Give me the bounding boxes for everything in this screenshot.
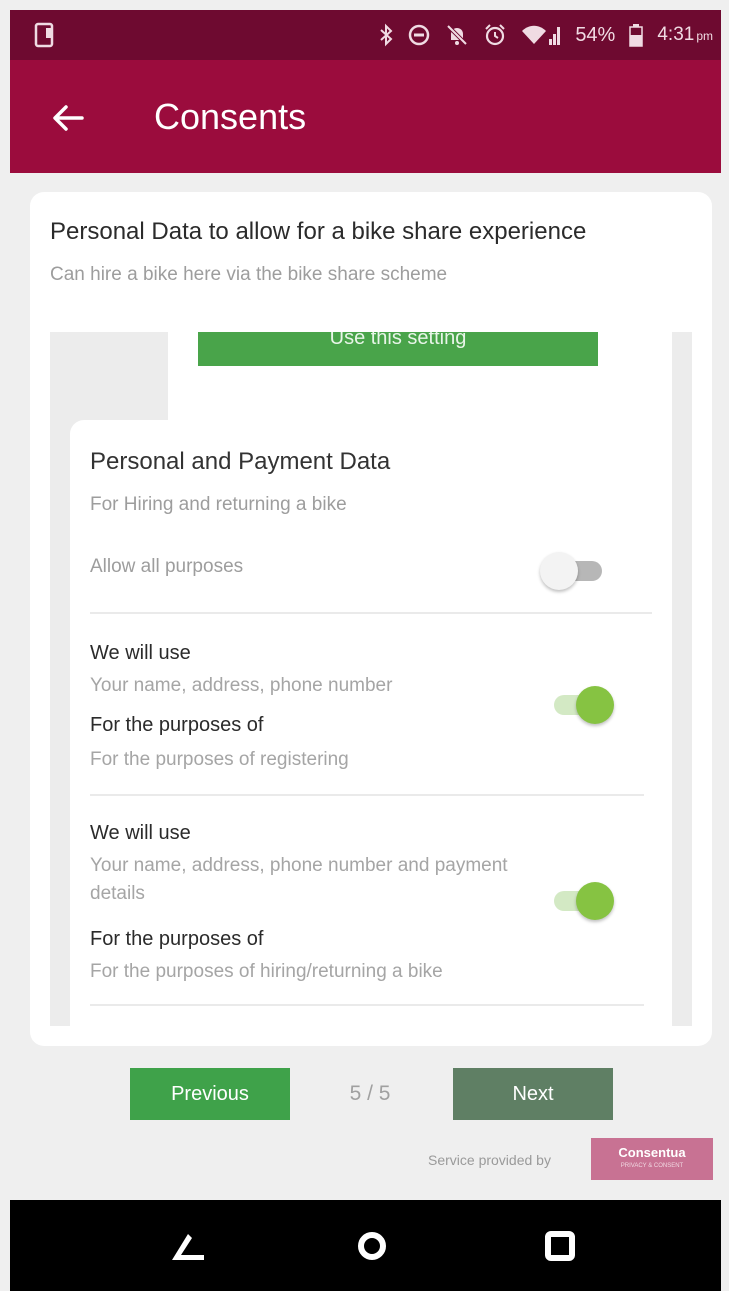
tablet-icon bbox=[34, 22, 54, 48]
data-used-text: Your name, address, phone number and pay… bbox=[90, 855, 508, 904]
back-nav-icon[interactable] bbox=[168, 1226, 208, 1266]
logo-text: Consentua bbox=[618, 1145, 686, 1160]
panel-title: Personal and Payment Data bbox=[90, 448, 391, 475]
panel-subtitle: For Hiring and returning a bike bbox=[90, 494, 347, 515]
battery-percent: 54% bbox=[575, 23, 616, 46]
purpose-panel: Personal and Payment Data For Hiring and… bbox=[70, 420, 672, 1026]
divider bbox=[90, 1004, 644, 1006]
purpose-text: For the purposes of registering bbox=[90, 749, 349, 770]
use-this-setting-button[interactable]: Use this setting bbox=[198, 332, 598, 366]
service-provided-text: Service provided by bbox=[428, 1152, 551, 1168]
next-button[interactable]: Next bbox=[453, 1068, 613, 1120]
clock-time: 4:31 bbox=[657, 24, 695, 45]
purpose-toggle-registering[interactable] bbox=[546, 684, 616, 724]
data-saver-icon bbox=[409, 24, 430, 46]
notifications-off-icon bbox=[446, 24, 468, 46]
app-bar: Consents bbox=[10, 60, 721, 173]
clock-ampm: pm bbox=[696, 29, 713, 43]
we-will-use-label: We will use bbox=[90, 642, 191, 664]
navigation-bar bbox=[10, 1200, 721, 1291]
toggle-thumb bbox=[576, 882, 614, 920]
battery-icon bbox=[629, 24, 644, 47]
page-title: Consents bbox=[154, 96, 307, 137]
alarm-icon bbox=[485, 24, 506, 46]
allow-all-label: Allow all purposes bbox=[90, 556, 244, 577]
card-subheading: Can hire a bike here via the bike share … bbox=[50, 264, 448, 285]
purposes-scroll-area[interactable]: Use this setting Personal and Payment Da… bbox=[50, 332, 692, 1026]
purposes-label: For the purposes of bbox=[90, 714, 264, 736]
home-nav-icon[interactable] bbox=[352, 1226, 392, 1266]
purposes-label: For the purposes of bbox=[90, 928, 264, 950]
toggle-thumb bbox=[576, 686, 614, 724]
purpose-text: For the purposes of hiring/returning a b… bbox=[90, 961, 443, 982]
data-used-text: Your name, address, phone number bbox=[90, 675, 393, 696]
allow-all-toggle[interactable] bbox=[540, 550, 610, 590]
clock: 4:31 pm bbox=[657, 24, 713, 46]
logo-subtext: PRIVACY & CONSENT bbox=[620, 1163, 684, 1169]
page-indicator: 5 / 5 bbox=[349, 1082, 391, 1105]
card-heading: Personal Data to allow for a bike share … bbox=[50, 218, 587, 245]
status-icons: 54% 4:31 pm bbox=[379, 18, 713, 52]
we-will-use-label: We will use bbox=[90, 822, 191, 844]
previous-button[interactable]: Previous bbox=[130, 1068, 290, 1120]
wifi-signal-icon bbox=[522, 25, 561, 45]
toggle-thumb bbox=[540, 552, 578, 590]
back-arrow-icon[interactable] bbox=[50, 100, 86, 136]
purpose-toggle-hiring[interactable] bbox=[546, 880, 616, 920]
consent-card: Personal Data to allow for a bike share … bbox=[30, 192, 712, 1046]
divider bbox=[90, 794, 644, 796]
divider bbox=[90, 612, 652, 614]
recents-nav-icon[interactable] bbox=[540, 1226, 580, 1266]
bluetooth-icon bbox=[380, 23, 393, 47]
screen: 54% 4:31 pm Consents Personal Data to all… bbox=[0, 0, 729, 1291]
consentua-logo[interactable]: Consentua PRIVACY & CONSENT bbox=[591, 1138, 713, 1180]
status-bar: 54% 4:31 pm bbox=[10, 10, 721, 60]
